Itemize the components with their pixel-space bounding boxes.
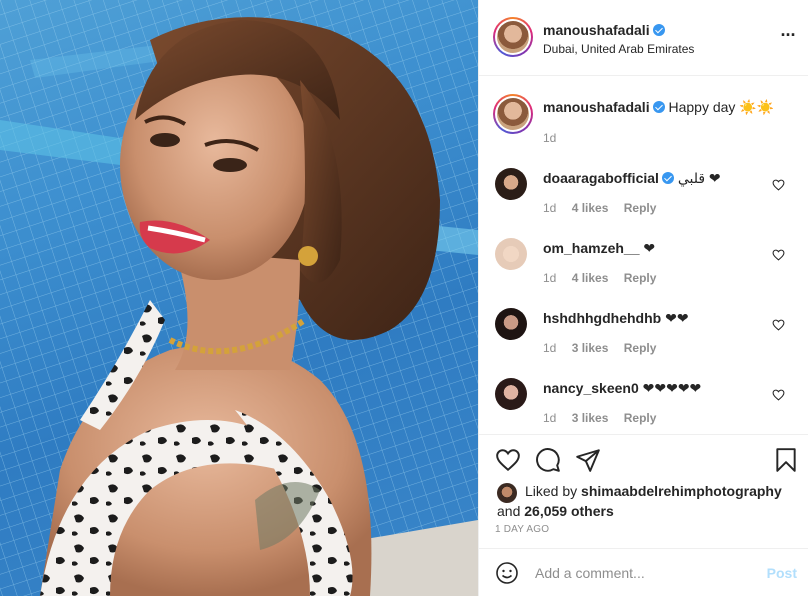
verified-badge-icon — [652, 24, 665, 36]
comment-likes[interactable]: 3 likes — [572, 411, 609, 425]
post-photo-illustration — [0, 0, 478, 596]
comment-likes[interactable]: 3 likes — [572, 341, 609, 355]
author-username-row[interactable]: manoushafadali — [543, 22, 665, 38]
liked-by-others-line: and 26,059 others — [497, 501, 614, 521]
more-options-icon[interactable]: ··· — [779, 26, 797, 47]
comment-text-row: nancy_skeen0 ❤❤❤❤❤ — [543, 380, 701, 397]
comment-like-heart-icon[interactable] — [772, 389, 785, 401]
instagram-post: manoushafadali Dubai, United Arab Emirat… — [0, 0, 808, 596]
comment-text-row: hshdhhgdhehdhb ❤❤ — [543, 310, 689, 327]
comment-text: ❤❤❤❤❤ — [642, 380, 702, 396]
comment-like-heart-icon[interactable] — [772, 319, 785, 331]
comment-text: قلبي ❤ — [677, 170, 721, 186]
comment-text: ❤ — [643, 240, 656, 256]
commenter-username[interactable]: doaaragabofficial — [543, 170, 659, 186]
comment-item: om_hamzeh__ ❤ 1d 4 likes Reply — [479, 238, 808, 308]
post-age[interactable]: 1 DAY AGO — [495, 524, 549, 535]
verified-badge-icon — [652, 101, 665, 113]
commenter-avatar[interactable] — [495, 168, 527, 200]
author-username[interactable]: manoushafadali — [543, 22, 650, 38]
add-comment-bar: Post — [479, 548, 808, 596]
comment-text: ❤❤ — [665, 310, 689, 326]
caption-author-avatar[interactable] — [493, 94, 533, 134]
comment-time[interactable]: 1d — [543, 341, 556, 355]
comment-meta: 1d 3 likes Reply — [543, 341, 668, 355]
reply-button[interactable]: Reply — [624, 201, 657, 215]
bookmark-icon[interactable] — [773, 447, 799, 473]
author-avatar[interactable] — [493, 17, 533, 57]
smiley-icon[interactable] — [495, 561, 519, 585]
post-comment-button[interactable]: Post — [767, 565, 797, 581]
liker-avatar[interactable] — [497, 483, 517, 503]
commenter-username[interactable]: hshdhhgdhehdhb — [543, 310, 661, 326]
reply-button[interactable]: Reply — [624, 341, 657, 355]
caption-username[interactable]: manoushafadali — [543, 99, 650, 115]
liked-by-and: and — [497, 503, 521, 519]
post-location[interactable]: Dubai, United Arab Emirates — [543, 42, 694, 56]
liked-by-line: Liked by shimaabdelrehimphotography — [525, 481, 805, 501]
caption-text: Happy day ☀️☀️ — [668, 99, 775, 115]
comment-meta: 1d 4 likes Reply — [543, 201, 668, 215]
comment-bubble-icon[interactable] — [535, 447, 561, 473]
post-header: manoushafadali Dubai, United Arab Emirat… — [479, 0, 808, 76]
commenter-avatar[interactable] — [495, 238, 527, 270]
comment-like-heart-icon[interactable] — [772, 249, 785, 261]
post-side-panel: manoushafadali Dubai, United Arab Emirat… — [478, 0, 808, 596]
post-photo[interactable] — [0, 0, 478, 596]
commenter-avatar[interactable] — [495, 378, 527, 410]
commenter-username[interactable]: om_hamzeh__ — [543, 240, 639, 256]
comment-item: hshdhhgdhehdhb ❤❤ 1d 3 likes Reply — [479, 308, 808, 378]
comment-meta: 1d 3 likes Reply — [543, 411, 668, 425]
comment-time[interactable]: 1d — [543, 271, 556, 285]
liked-by-others-count[interactable]: 26,059 others — [524, 503, 614, 519]
comment-text-row: om_hamzeh__ ❤ — [543, 240, 655, 257]
comment-meta: 1d 4 likes Reply — [543, 271, 668, 285]
comment-text-row: doaaragabofficial قلبي ❤ — [543, 170, 721, 187]
comment-time[interactable]: 1d — [543, 201, 556, 215]
liked-by-prefix: Liked by — [525, 483, 578, 499]
comment-input[interactable] — [535, 561, 755, 585]
commenter-avatar[interactable] — [495, 308, 527, 340]
comment-time[interactable]: 1d — [543, 411, 556, 425]
liked-by-user[interactable]: shimaabdelrehimphotography — [581, 483, 782, 499]
comment-likes[interactable]: 4 likes — [572, 201, 609, 215]
post-actions: Liked by shimaabdelrehimphotography and … — [479, 434, 808, 556]
comment-like-heart-icon[interactable] — [772, 179, 785, 191]
caption: manoushafadali Happy day ☀️☀️ — [543, 99, 774, 116]
comment-item: doaaragabofficial قلبي ❤ 1d 4 likes Repl… — [479, 168, 808, 238]
caption-timestamp[interactable]: 1d — [543, 131, 556, 145]
commenter-username[interactable]: nancy_skeen0 — [543, 380, 639, 396]
reply-button[interactable]: Reply — [624, 271, 657, 285]
comment-likes[interactable]: 4 likes — [572, 271, 609, 285]
reply-button[interactable]: Reply — [624, 411, 657, 425]
paper-plane-icon[interactable] — [575, 447, 601, 473]
like-heart-icon[interactable] — [495, 447, 521, 473]
verified-badge-icon — [661, 172, 674, 184]
